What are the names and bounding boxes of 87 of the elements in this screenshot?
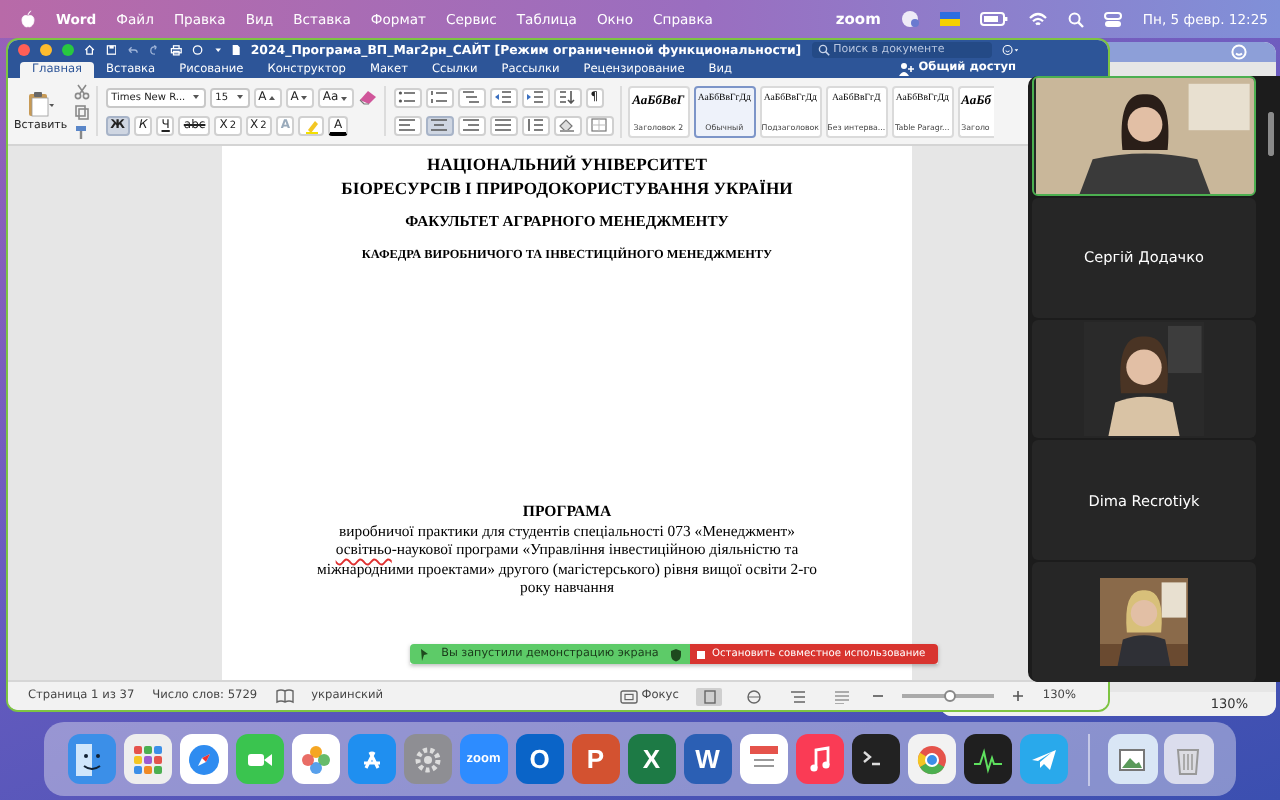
book-icon[interactable] xyxy=(275,688,294,704)
dock-app-button[interactable]: O xyxy=(515,734,564,784)
print-icon[interactable] xyxy=(170,42,183,58)
eraser-icon[interactable] xyxy=(357,88,378,106)
web-layout-icon xyxy=(745,689,762,703)
sort-button[interactable] xyxy=(553,87,582,107)
print-layout-icon xyxy=(701,689,718,703)
image-icon xyxy=(1116,743,1149,775)
maximize-button[interactable] xyxy=(62,44,74,56)
numbering-button[interactable] xyxy=(425,87,454,107)
dock-app-button[interactable]: X xyxy=(627,734,676,784)
outline-layout-icon xyxy=(789,689,806,703)
bullets-button[interactable] xyxy=(393,87,422,107)
scissors-icon[interactable] xyxy=(73,83,90,99)
align-left-button[interactable] xyxy=(393,115,422,135)
circle-icon[interactable] xyxy=(192,42,204,58)
focus-icon xyxy=(619,689,638,703)
draft-layout-icon xyxy=(833,689,850,703)
line-spacing-icon xyxy=(526,118,545,132)
document-line: НАЦІОНАЛЬНИЙ УНІВЕРСИТЕТ xyxy=(424,154,710,177)
caret-icon xyxy=(300,93,309,101)
caret-icon xyxy=(235,92,244,102)
caret-icon xyxy=(191,92,200,102)
document-line: БІОРЕСУРСІВ І ПРИРОДОКОРИСТУВАННЯ УКРАЇНИ xyxy=(339,177,795,200)
home-icon[interactable] xyxy=(84,42,96,58)
dock-app-button[interactable] xyxy=(851,734,900,784)
increase-indent-button[interactable] xyxy=(521,87,550,107)
scrollbar[interactable] xyxy=(1268,112,1274,156)
borders-icon xyxy=(590,118,609,132)
document-icon xyxy=(232,42,241,58)
dock-app-button[interactable] xyxy=(1108,734,1157,784)
decrease-indent-icon xyxy=(494,90,513,104)
grid-icon xyxy=(131,743,164,775)
dock-app-button[interactable]: W xyxy=(683,734,732,784)
flower-icon xyxy=(299,743,332,775)
undo-icon[interactable] xyxy=(126,42,139,58)
brush-icon[interactable] xyxy=(73,123,90,139)
caret-icon xyxy=(268,93,277,101)
borders-button[interactable] xyxy=(585,115,614,135)
bullets-icon xyxy=(398,90,417,104)
wifi-icon[interactable] xyxy=(1028,11,1049,27)
minus-icon[interactable] xyxy=(872,690,885,702)
battery-icon[interactable] xyxy=(980,12,1009,26)
print-view-button[interactable] xyxy=(696,687,723,705)
numbering-icon xyxy=(430,90,449,104)
save-icon[interactable] xyxy=(105,42,117,58)
align-justify-button[interactable] xyxy=(489,115,518,135)
align-right-button[interactable] xyxy=(457,115,486,135)
dock-app-button[interactable] xyxy=(963,734,1012,784)
zoom-slider-thumb[interactable] xyxy=(944,689,957,702)
pin-icon[interactable] xyxy=(418,647,430,661)
shading-button[interactable] xyxy=(553,115,582,135)
trash-icon xyxy=(1172,743,1205,775)
minimize-button[interactable] xyxy=(40,44,52,56)
control-center-icon[interactable] xyxy=(1104,11,1123,27)
sort-icon xyxy=(558,90,577,104)
decrease-indent-button[interactable] xyxy=(489,87,518,107)
stop-icon xyxy=(696,649,706,659)
compass-icon xyxy=(187,743,220,775)
dock-app-button[interactable]: P xyxy=(571,734,620,784)
line-spacing-button[interactable] xyxy=(521,115,550,135)
align-right-icon xyxy=(462,118,481,132)
align-justify-icon xyxy=(494,118,513,132)
dock-app-button[interactable] xyxy=(67,734,116,784)
caret-icon xyxy=(340,93,349,101)
clipboard-icon xyxy=(26,90,55,118)
flag-icon[interactable] xyxy=(940,12,961,26)
smiley-icon[interactable] xyxy=(1001,42,1018,58)
shading-icon xyxy=(558,118,577,132)
multilevel-list-button[interactable] xyxy=(457,87,486,107)
copy-icon[interactable] xyxy=(73,103,90,119)
close-button[interactable] xyxy=(18,44,30,56)
align-left-icon xyxy=(398,118,417,132)
search-icon[interactable] xyxy=(817,44,830,56)
ring-icon xyxy=(915,743,948,775)
gear-icon xyxy=(411,743,444,775)
highlighter-icon xyxy=(303,117,320,133)
apple-icon[interactable] xyxy=(20,10,36,28)
multilevel-list-icon xyxy=(462,90,481,104)
smiley-icon[interactable] xyxy=(1230,44,1248,60)
chat-badge-icon[interactable] xyxy=(900,10,921,28)
shield-icon[interactable] xyxy=(669,647,682,661)
increase-indent-icon xyxy=(526,90,545,104)
redo-icon[interactable] xyxy=(148,42,161,58)
plus-icon[interactable] xyxy=(1012,690,1025,702)
align-center-icon xyxy=(430,118,449,132)
align-center-button[interactable] xyxy=(425,115,454,135)
